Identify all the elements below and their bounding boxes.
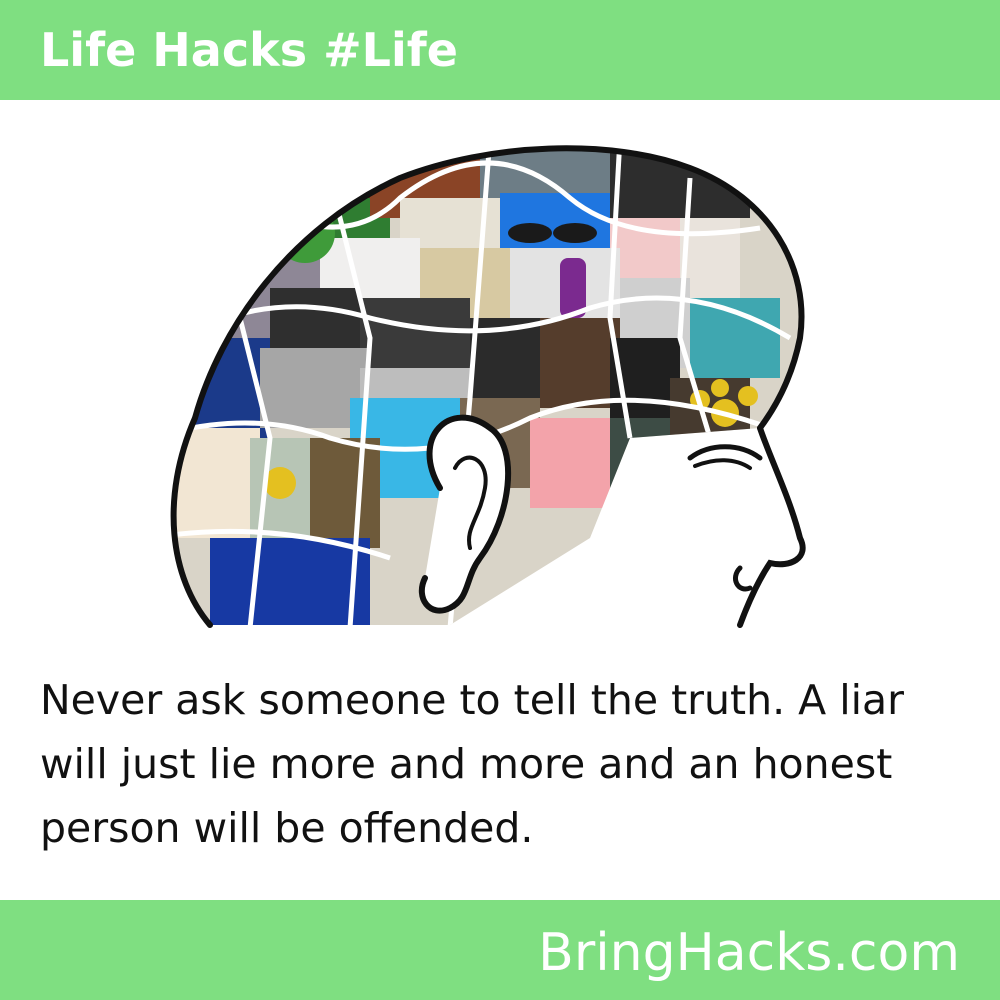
- hack-text: Never ask someone to tell the truth. A l…: [40, 676, 904, 852]
- eye: [687, 444, 763, 461]
- life-hack-card: Life Hacks #Life Never ask someone to te…: [0, 0, 1000, 1000]
- head-profile-collage-icon: [170, 145, 806, 628]
- header-title: Life Hacks #Life: [40, 23, 458, 77]
- face-profile: [737, 425, 806, 628]
- site-name: BringHacks.com: [538, 923, 960, 983]
